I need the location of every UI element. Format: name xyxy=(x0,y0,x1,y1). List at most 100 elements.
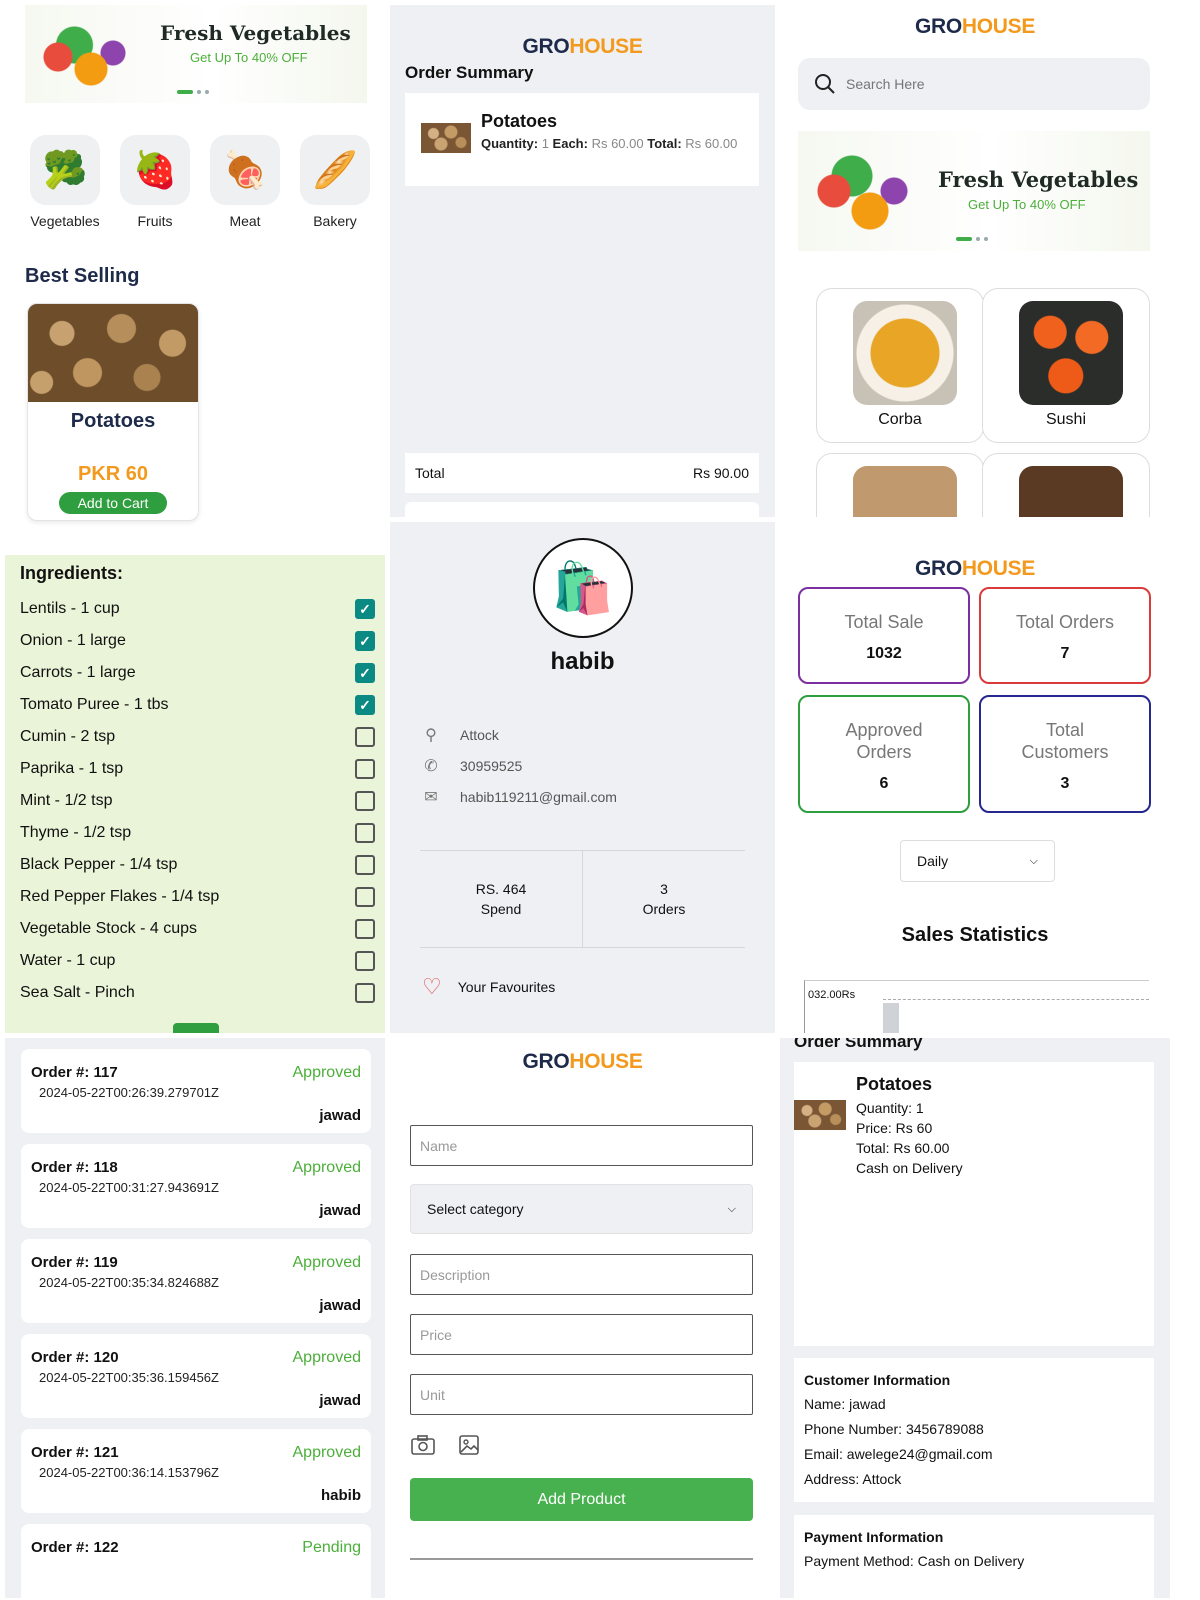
sushi-image xyxy=(1019,301,1123,405)
name-field[interactable] xyxy=(410,1125,753,1166)
category-list: 🥦 Vegetables 🍓 Fruits 🍖 Meat 🥖 Bakery xyxy=(30,135,370,229)
action-button[interactable] xyxy=(173,1023,219,1033)
product-image xyxy=(28,304,198,402)
ingredient-row[interactable]: Sea Salt - Pinch xyxy=(20,977,375,1009)
vegetables-image xyxy=(25,25,135,103)
ingredient-row[interactable]: Onion - 1 large ✓ xyxy=(20,625,375,657)
strawberry-icon: 🍓 xyxy=(120,135,190,205)
orders-stat[interactable]: 3 Orders xyxy=(582,851,745,947)
add-product-screen: GROHOUSE Select category⌵ Add Product xyxy=(390,1038,775,1598)
checkbox-unchecked[interactable] xyxy=(355,951,375,971)
checkbox-unchecked[interactable] xyxy=(355,983,375,1003)
heart-icon: ♡ xyxy=(422,974,442,999)
description-field[interactable] xyxy=(410,1254,753,1295)
ingredient-row[interactable]: Red Pepper Flakes - 1/4 tsp xyxy=(20,881,375,913)
ingredient-row[interactable]: Lentils - 1 cup ✓ xyxy=(20,593,375,625)
search-icon xyxy=(815,74,835,94)
ingredient-row[interactable]: Black Pepper - 1/4 tsp xyxy=(20,849,375,881)
food-label: Corba xyxy=(878,411,922,428)
ingredient-row[interactable]: Cumin - 2 tsp xyxy=(20,721,375,753)
ingredient-row[interactable]: Tomato Puree - 1 tbs ✓ xyxy=(20,689,375,721)
promo-banner[interactable]: Fresh Vegetables Get Up To 40% OFF xyxy=(798,131,1150,251)
food-card-corba[interactable]: Corba xyxy=(816,288,984,443)
order-card[interactable]: Order #: 122 Pending xyxy=(21,1524,371,1598)
order-card[interactable]: Order #: 120 2024-05-22T00:35:36.159456Z A… xyxy=(21,1334,371,1418)
stat-approved-orders[interactable]: Approved Orders 6 xyxy=(798,695,970,813)
search-input[interactable] xyxy=(846,76,1126,92)
email-icon: ✉ xyxy=(424,789,438,806)
banner-title: Fresh Vegetables xyxy=(160,21,351,45)
search-bar[interactable] xyxy=(798,58,1150,110)
ingredient-row[interactable]: Paprika - 1 tsp xyxy=(20,753,375,785)
promo-banner[interactable]: Fresh Vegetables Get Up To 40% OFF xyxy=(25,5,367,103)
status-badge: Pending xyxy=(302,1539,361,1556)
category-select[interactable]: Select category ⌵ xyxy=(410,1184,753,1234)
stat-total-sale[interactable]: Total Sale 1032 xyxy=(798,587,970,684)
checkbox-unchecked[interactable] xyxy=(355,791,375,811)
status-badge: Approved xyxy=(292,1254,362,1271)
checkbox-checked[interactable]: ✓ xyxy=(355,631,375,651)
category-label: Bakery xyxy=(313,213,357,229)
order-card[interactable]: Order #: 118 2024-05-22T00:31:27.943691Z A… xyxy=(21,1144,371,1228)
ingredient-row[interactable]: Thyme - 1/2 tsp xyxy=(20,817,375,849)
checkout-bar[interactable] xyxy=(405,502,759,517)
ingredient-row[interactable]: Carrots - 1 large ✓ xyxy=(20,657,375,689)
search-screen: GROHOUSE Fresh Vegetables Get Up To 40% … xyxy=(780,5,1170,517)
checkbox-checked[interactable]: ✓ xyxy=(355,599,375,619)
food-card[interactable] xyxy=(816,453,984,517)
unit-field[interactable] xyxy=(410,1374,753,1415)
phone-icon: ✆ xyxy=(424,758,438,775)
status-badge: Approved xyxy=(292,1444,362,1461)
order-card[interactable]: Order #: 117 2024-05-22T00:26:39.279701Z A… xyxy=(21,1049,371,1133)
order-summary-screen: GROHOUSE Order Summary Potatoes Quantity… xyxy=(390,5,775,517)
vegetables-icon: 🥦 xyxy=(30,135,100,205)
category-bakery[interactable]: 🥖 Bakery xyxy=(300,135,370,229)
checkbox-unchecked[interactable] xyxy=(355,727,375,747)
checkbox-checked[interactable]: ✓ xyxy=(355,695,375,715)
app-logo: GROHOUSE xyxy=(914,557,1036,580)
category-label: Fruits xyxy=(137,213,173,229)
profile-name: habib xyxy=(550,648,615,675)
carousel-dots[interactable] xyxy=(177,90,209,94)
avatar: 🛍️ xyxy=(533,538,633,638)
category-vegetables[interactable]: 🥦 Vegetables xyxy=(30,135,100,229)
price-field[interactable] xyxy=(410,1314,753,1355)
checkbox-unchecked[interactable] xyxy=(355,823,375,843)
total-value: Rs 90.00 xyxy=(692,465,749,481)
food-card[interactable] xyxy=(982,453,1150,517)
food-card-sushi[interactable]: Sushi xyxy=(982,288,1150,443)
checkbox-unchecked[interactable] xyxy=(355,759,375,779)
category-fruits[interactable]: 🍓 Fruits xyxy=(120,135,190,229)
gallery-icon[interactable] xyxy=(458,1434,480,1456)
add-to-cart-button[interactable]: Add to Cart xyxy=(59,492,167,514)
ingredient-row[interactable]: Vegetable Stock - 4 cups xyxy=(20,913,375,945)
camera-icon[interactable] xyxy=(410,1434,436,1456)
order-item-card: Potatoes Quantity: 1 Each: Rs 60.00 Tota… xyxy=(405,93,759,186)
food-image xyxy=(1019,466,1123,517)
period-select[interactable]: Daily ⌵ xyxy=(900,840,1055,882)
category-label: Meat xyxy=(229,213,261,229)
corba-image xyxy=(853,301,957,405)
carousel-dots[interactable] xyxy=(956,237,988,241)
category-meat[interactable]: 🍖 Meat xyxy=(210,135,280,229)
payment-info: Payment Information Payment Method: Cash… xyxy=(794,1515,1154,1598)
checkbox-unchecked[interactable] xyxy=(355,887,375,907)
product-thumbnail xyxy=(421,123,471,153)
stat-total-orders[interactable]: Total Orders 7 xyxy=(979,587,1151,684)
favourites-link[interactable]: ♡ Your Favourites xyxy=(422,974,555,1000)
checkbox-checked[interactable]: ✓ xyxy=(355,663,375,683)
app-logo: GROHOUSE xyxy=(522,35,643,58)
add-product-button[interactable]: Add Product xyxy=(410,1478,753,1521)
product-card[interactable]: Potatoes PKR 60 Add to Cart xyxy=(27,303,199,521)
ingredient-row[interactable]: Water - 1 cup xyxy=(20,945,375,977)
order-card[interactable]: Order #: 121 2024-05-22T00:36:14.153796Z A… xyxy=(21,1429,371,1513)
checkbox-unchecked[interactable] xyxy=(355,855,375,875)
profile-stats: RS. 464 Spend 3 Orders xyxy=(420,850,745,948)
order-card[interactable]: Order #: 119 2024-05-22T00:35:34.824688Z A… xyxy=(21,1239,371,1323)
app-logo: GROHOUSE xyxy=(522,1050,643,1073)
vegetables-image xyxy=(798,151,918,251)
stat-total-customers[interactable]: Total Customers 3 xyxy=(979,695,1151,813)
food-label: Sushi xyxy=(1045,411,1087,428)
ingredient-row[interactable]: Mint - 1/2 tsp xyxy=(20,785,375,817)
checkbox-unchecked[interactable] xyxy=(355,919,375,939)
